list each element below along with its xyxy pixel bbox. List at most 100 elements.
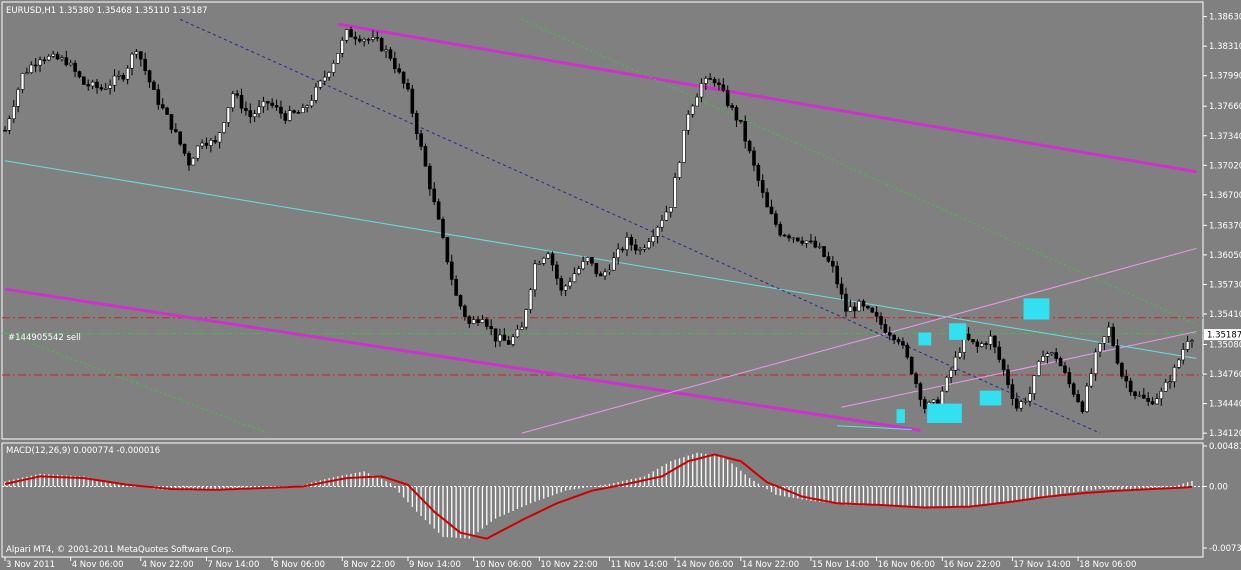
candle-body xyxy=(795,237,800,242)
mt4-chart-window[interactable]: EURUSD,H1 1.35380 1.35468 1.35110 1.3518… xyxy=(0,0,1241,570)
candle-body xyxy=(130,53,134,69)
pattern-marker-box[interactable] xyxy=(896,409,905,423)
candle-body xyxy=(458,295,463,307)
candle-body xyxy=(423,146,428,167)
candle-body xyxy=(314,86,318,101)
time-tick-label: 16 Nov 06:00 xyxy=(878,560,935,570)
candle-body xyxy=(340,39,345,54)
price-tick-label: 1.38630 xyxy=(1209,13,1241,23)
candle-body xyxy=(677,162,682,178)
candle-body xyxy=(918,383,923,400)
macd-tick-label: 0.00481 xyxy=(1209,442,1241,452)
candle-body xyxy=(633,244,638,251)
candle-body xyxy=(922,399,927,409)
candle-body xyxy=(388,49,393,59)
candle-body xyxy=(239,94,244,109)
candle-body xyxy=(975,341,980,347)
candle-body xyxy=(1076,394,1080,403)
price-tick-label: 1.35730 xyxy=(1209,280,1241,290)
candle-body xyxy=(112,75,117,86)
candle-body xyxy=(1137,394,1142,397)
pattern-marker-box[interactable] xyxy=(1023,298,1050,320)
candle-body xyxy=(511,336,515,345)
candle-body xyxy=(362,38,366,42)
candle-body xyxy=(612,257,616,271)
candle-body xyxy=(971,339,975,343)
candle-body xyxy=(90,81,95,87)
candle-body xyxy=(813,240,818,248)
candle-body xyxy=(125,67,130,80)
candle-body xyxy=(493,328,498,342)
order-label[interactable]: #144905542 sell xyxy=(8,333,81,343)
candle-body xyxy=(1155,398,1159,405)
candle-body xyxy=(699,83,704,98)
candle-body xyxy=(357,38,362,42)
candle-body xyxy=(822,246,826,257)
candle-body xyxy=(590,257,594,264)
candle-body xyxy=(169,114,174,130)
pattern-marker-box[interactable] xyxy=(927,403,962,423)
price-tick-label: 1.34440 xyxy=(1209,400,1241,410)
candle-body xyxy=(428,165,432,190)
candle-body xyxy=(524,309,529,328)
candle-body xyxy=(629,236,634,246)
price-tick-label: 1.35080 xyxy=(1209,340,1241,350)
candle-body xyxy=(68,62,73,66)
time-tick-label: 16 Nov 22:00 xyxy=(943,560,1000,570)
candle-body xyxy=(463,305,467,317)
price-tick-label: 1.36700 xyxy=(1209,191,1241,201)
candle-body xyxy=(292,110,296,113)
candle-body xyxy=(103,88,108,90)
candle-body xyxy=(760,180,765,193)
current-price-label: 1.35187 xyxy=(1207,331,1241,341)
candle-body xyxy=(1106,326,1111,337)
candle-body xyxy=(774,213,778,225)
time-tick-label: 3 Nov 2011 xyxy=(6,560,55,570)
pattern-marker-box[interactable] xyxy=(918,332,932,346)
pattern-marker-box[interactable] xyxy=(979,390,1002,406)
pattern-marker-box[interactable] xyxy=(949,323,967,340)
time-tick-label: 10 Nov 22:00 xyxy=(540,560,597,570)
candle-body xyxy=(143,58,147,71)
candle-body xyxy=(541,257,546,264)
candle-body xyxy=(1085,385,1089,412)
candle-body xyxy=(1133,391,1137,397)
candle-body xyxy=(279,106,283,114)
candle-body xyxy=(64,57,69,66)
candle-body xyxy=(1071,383,1076,395)
candle-body xyxy=(436,201,441,220)
symbol-info-label: EURUSD,H1 1.35380 1.35468 1.35110 1.3518… xyxy=(6,6,208,16)
candle-body xyxy=(318,80,323,88)
candle-body xyxy=(349,29,353,38)
candle-body xyxy=(581,261,585,270)
candle-body xyxy=(721,84,726,91)
candle-body xyxy=(1058,358,1063,367)
candle-body xyxy=(533,263,537,291)
candle-body xyxy=(187,153,191,166)
price-tick-label: 1.37020 xyxy=(1209,161,1241,171)
candle-body xyxy=(835,265,840,285)
candle-body xyxy=(484,319,489,327)
candle-body xyxy=(46,55,51,61)
candle-body xyxy=(804,240,809,244)
candle-body xyxy=(730,105,734,108)
candle-body xyxy=(454,279,458,296)
candle-body xyxy=(296,112,301,114)
time-tick-label: 8 Nov 06:00 xyxy=(273,560,325,570)
candle-body xyxy=(410,88,415,114)
candle-body xyxy=(979,343,984,347)
candle-body xyxy=(471,319,476,324)
candle-body xyxy=(33,64,38,67)
candle-body xyxy=(717,82,721,86)
candle-body xyxy=(1023,400,1028,403)
candle-body xyxy=(117,74,121,77)
candle-body xyxy=(147,70,152,83)
candle-body xyxy=(230,93,235,109)
candle-body xyxy=(305,105,310,108)
candle-body xyxy=(1120,362,1124,377)
candle-body xyxy=(993,335,997,348)
candle-body xyxy=(607,269,612,273)
candle-body xyxy=(55,53,60,60)
candle-body xyxy=(572,273,577,283)
candle-body xyxy=(747,140,752,152)
